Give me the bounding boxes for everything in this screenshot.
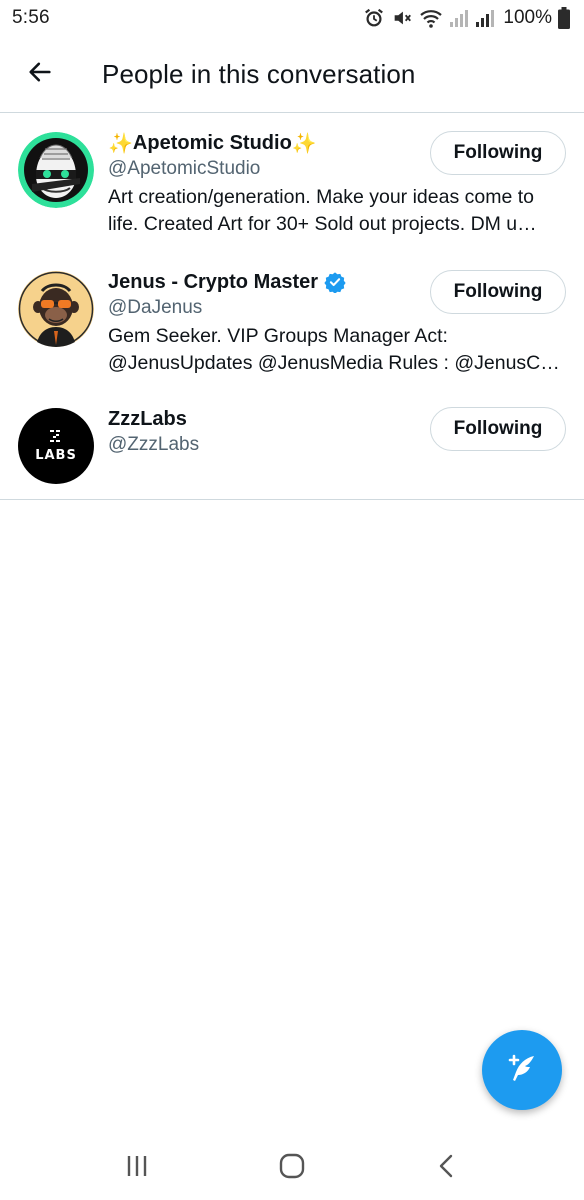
person-name[interactable]: Jenus - Crypto Master [108, 271, 318, 294]
avatar-logo-text: LABS [35, 448, 77, 463]
person-bio: Gem Seeker. VIP Groups Manager Act: @Jen… [108, 323, 560, 377]
header: People in this conversation [0, 36, 584, 113]
signal-icon [449, 8, 469, 28]
following-button[interactable]: Following [430, 131, 566, 175]
alarm-icon [363, 7, 385, 29]
arrow-left-icon [26, 58, 54, 91]
nav-bar [0, 1136, 584, 1200]
wifi-icon [419, 7, 443, 29]
home-icon [278, 1152, 306, 1185]
mute-icon [391, 7, 413, 29]
avatar[interactable] [18, 271, 94, 347]
screen: 5:56 100% People in this conversation ✨ … [0, 0, 584, 1200]
bio-line: life. Created Art for 30+ Sold out proje… [108, 213, 537, 235]
person-name[interactable]: ZzzLabs [108, 408, 187, 431]
person-bio: Art creation/generation. Make your ideas… [108, 184, 560, 238]
name-suffix-emoji: ✨ [291, 132, 317, 155]
avatar[interactable]: LABS [18, 408, 94, 484]
recent-apps-button[interactable] [107, 1138, 167, 1198]
signal-icon [475, 8, 495, 28]
system-back-button[interactable] [417, 1138, 477, 1198]
back-button[interactable] [18, 52, 62, 96]
battery-icon [558, 7, 570, 29]
bio-line: @JenusUpdates @JenusMedia Rules : @Jenus… [108, 352, 560, 374]
bio-line: Art creation/generation. Make your ideas… [108, 186, 534, 208]
compose-tweet-icon [502, 1048, 542, 1093]
bio-line: Gem Seeker. VIP Groups Manager Act: [108, 325, 448, 347]
list-item[interactable]: LABS ZzzLabs @ZzzLabs Following [0, 392, 584, 499]
status-bar: 5:56 100% [0, 0, 584, 36]
recent-apps-icon [124, 1153, 150, 1184]
list-item[interactable]: ✨ Apetomic Studio ✨ @ApetomicStudio Art … [0, 114, 584, 255]
following-button[interactable]: Following [430, 407, 566, 451]
list-item[interactable]: Jenus - Crypto Master @DaJenus Gem Seeke… [0, 255, 584, 392]
name-prefix-emoji: ✨ [108, 132, 133, 155]
zzz-logo-icon [50, 430, 60, 442]
person-name[interactable]: Apetomic Studio [133, 132, 292, 155]
compose-tweet-button[interactable] [482, 1030, 562, 1110]
avatar[interactable] [18, 132, 94, 208]
verified-badge-icon [324, 271, 346, 293]
people-list: ✨ Apetomic Studio ✨ @ApetomicStudio Art … [0, 114, 584, 499]
status-time: 5:56 [12, 7, 50, 28]
page-title: People in this conversation [102, 58, 416, 89]
battery-percent: 100% [503, 7, 552, 28]
home-button[interactable] [262, 1138, 322, 1198]
list-divider [0, 499, 584, 500]
following-button[interactable]: Following [430, 270, 566, 314]
status-icons: 100% [363, 7, 570, 29]
back-icon [434, 1153, 460, 1184]
